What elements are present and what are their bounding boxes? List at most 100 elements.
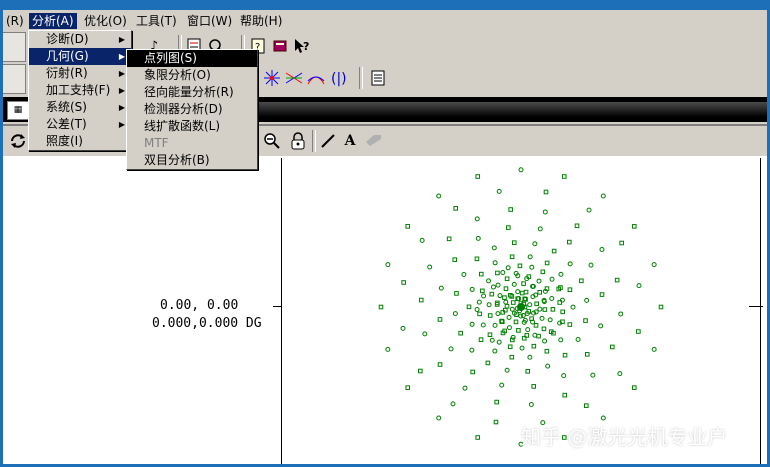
menu-item-illumination[interactable]: 照度(I) (29, 133, 131, 150)
spot-mark (436, 193, 442, 199)
menu-window[interactable]: 窗口(W) (184, 13, 235, 29)
toolbar-scroll-left[interactable] (3, 32, 26, 62)
spot-mark (480, 288, 485, 294)
spot-mark (492, 322, 498, 328)
spot-mark (519, 345, 525, 351)
spot-mark (562, 352, 568, 358)
submenu-arrow-icon: ▶ (118, 69, 125, 78)
spot-mark (631, 385, 637, 390)
spot-mark (418, 368, 423, 374)
refresh-icon[interactable] (7, 130, 29, 152)
menu-item-spot-diagram[interactable]: 点列图(S) (127, 50, 257, 67)
menu-optimize[interactable]: 优化(O) (81, 13, 130, 29)
menu-item-prev[interactable]: (R) (3, 13, 27, 29)
menu-tools[interactable]: 工具(T) (133, 13, 180, 29)
spot-diagram-window: A 0.00, 0.00 0.000,0.000 DG (3, 124, 767, 464)
spot-mark (487, 313, 493, 318)
spot-mark (477, 311, 482, 317)
spot-mark (518, 167, 524, 173)
spot-mark (505, 265, 511, 271)
spot-mark (636, 329, 641, 334)
spot-mark (480, 322, 486, 328)
text-tool-icon[interactable]: A (339, 130, 361, 152)
manual-book-icon[interactable] (269, 35, 291, 57)
spot-mark (495, 311, 501, 317)
spot-mark (542, 307, 548, 312)
window-system-icon[interactable]: ▦ (7, 101, 29, 120)
spot-mark (551, 248, 557, 254)
spot-mark (515, 289, 521, 295)
spot-mark (527, 254, 533, 260)
spot-mark (462, 385, 468, 391)
spot-mark (506, 314, 512, 320)
spot-mark (469, 286, 475, 292)
submenu-arrow-icon: ▶ (118, 120, 125, 129)
menu-item-binocular[interactable]: 双目分析(B) (127, 152, 257, 169)
spot-mark (651, 262, 657, 268)
menu-item-fabrication[interactable]: 加工支持(F) ▶ (29, 82, 131, 99)
spot-mark (470, 369, 475, 375)
lock-icon[interactable] (287, 130, 309, 152)
spot-mark (558, 271, 564, 277)
menu-analysis[interactable]: 分析(A) (29, 13, 77, 29)
lens-layout-icon[interactable]: (|) (329, 67, 351, 89)
spot-mark (541, 326, 547, 332)
spot-mark (474, 256, 480, 262)
menu-item-encircled-energy[interactable]: 径向能量分析(R) (127, 84, 257, 101)
spot-mark (614, 277, 620, 283)
menu-item-diffraction[interactable]: 衍射(R) ▶ (29, 65, 131, 82)
geometry-submenu: 点列图(S) 象限分析(O) 径向能量分析(R) 检测器分析(D) 线扩散函数(… (126, 49, 258, 170)
spot-mark (437, 362, 443, 367)
spot-mark (534, 301, 539, 307)
spot-mark (570, 304, 576, 310)
spot-mark (427, 264, 433, 270)
spot-mark (560, 309, 566, 315)
spot-mark (586, 207, 592, 213)
spot-diagram (378, 167, 664, 447)
spot-mark (651, 346, 657, 352)
zoom-out-icon[interactable] (261, 130, 283, 152)
menu-item-line-spread[interactable]: 线扩散函数(L) (127, 118, 257, 135)
spot-mark (567, 261, 573, 267)
eraser-icon[interactable] (363, 130, 385, 152)
menu-item-system[interactable]: 系统(S) ▶ (29, 99, 131, 116)
menu-help[interactable]: 帮助(H) (237, 13, 285, 29)
spot-mark (598, 323, 604, 329)
spot-mark (487, 332, 493, 338)
menu-item-mtf[interactable]: MTF (127, 135, 257, 152)
spot-mark (469, 321, 475, 327)
menu-item-tolerance[interactable]: 公差(T) ▶ (29, 116, 131, 133)
submenu-arrow-icon: ▶ (118, 86, 125, 95)
spot-mark (508, 207, 513, 212)
line-tool-icon[interactable] (317, 130, 339, 152)
spot-mark (401, 280, 406, 285)
ray-fan-icon[interactable] (305, 67, 327, 89)
spot-mark (518, 313, 524, 319)
spot-mark (567, 287, 573, 293)
spot-mark (583, 318, 588, 323)
menu-item-quadrant[interactable]: 象限分析(O) (127, 67, 257, 84)
fan-icon[interactable] (283, 67, 305, 89)
context-help-icon[interactable]: ? (291, 35, 313, 57)
spot-mark (446, 236, 452, 242)
toolbar-scroll-left[interactable] (3, 64, 26, 94)
spot-mark (562, 392, 568, 398)
spot-mark (636, 283, 642, 289)
spot-mark (461, 272, 467, 278)
menu-item-diagnostics[interactable]: 诊断(D) ▶ (29, 31, 131, 48)
spot-mark (590, 372, 596, 378)
menu-item-detector[interactable]: 检测器分析(D) (127, 101, 257, 118)
spot-mark (559, 297, 565, 303)
spot-mark (511, 240, 517, 245)
spot-mark (453, 206, 458, 211)
text-listing-icon[interactable] (367, 67, 389, 89)
ray-trace-icon[interactable] (261, 67, 283, 89)
spot-mark (486, 278, 492, 284)
spot-mark (539, 315, 545, 321)
submenu-arrow-icon: ▶ (118, 52, 125, 61)
spot-mark (510, 300, 516, 305)
plot-divider (281, 158, 282, 464)
spot-centroid (517, 303, 525, 311)
menu-item-geometry[interactable]: 几何(G) ▶ (29, 48, 131, 65)
spot-mark (599, 292, 605, 297)
